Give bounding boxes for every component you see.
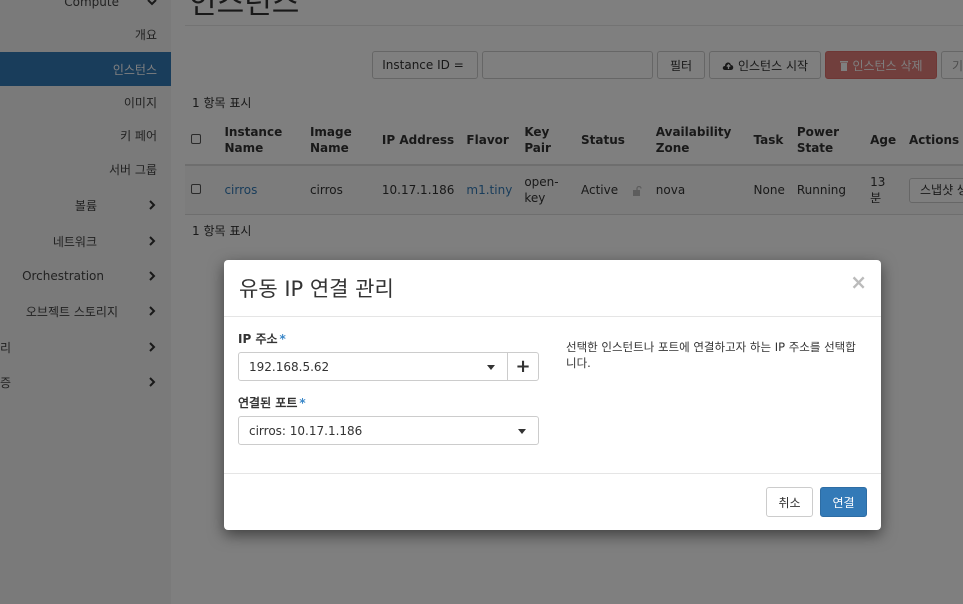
allocate-ip-button[interactable]: + xyxy=(507,352,539,381)
required-asterisk-icon: * xyxy=(299,396,306,410)
ip-address-select[interactable]: 192.168.5.62 xyxy=(238,352,508,381)
associate-floating-ip-dialog: 유동 IP 연결 관리 × IP 주소 * 192.168.5.62 + 연결된 … xyxy=(224,260,881,530)
port-label: 연결된 포트 * xyxy=(238,394,306,411)
caret-down-icon xyxy=(518,429,526,434)
modal-body: IP 주소 * 192.168.5.62 + 연결된 포트 * cirros: 10… xyxy=(224,317,881,473)
modal-header: 유동 IP 연결 관리 × xyxy=(224,260,881,317)
cancel-button[interactable]: 취소 xyxy=(766,487,813,517)
modal-footer: 취소 연결 xyxy=(224,473,881,530)
required-asterisk-icon: * xyxy=(279,332,286,346)
associate-button[interactable]: 연결 xyxy=(820,487,867,517)
close-icon[interactable]: × xyxy=(850,270,867,294)
help-text: 선택한 인스턴트나 포트에 연결하고자 하는 IP 주소를 선택합니다. xyxy=(566,340,856,370)
modal-title: 유동 IP 연결 관리 xyxy=(239,277,394,301)
port-select[interactable]: cirros: 10.17.1.186 xyxy=(238,416,539,445)
caret-down-icon xyxy=(487,365,495,370)
ip-address-value: 192.168.5.62 xyxy=(249,359,330,374)
port-label-text: 연결된 포트 xyxy=(238,396,298,410)
ip-address-label: IP 주소 * xyxy=(238,330,286,347)
ip-address-label-text: IP 주소 xyxy=(238,332,278,346)
port-value: cirros: 10.17.1.186 xyxy=(249,423,363,438)
